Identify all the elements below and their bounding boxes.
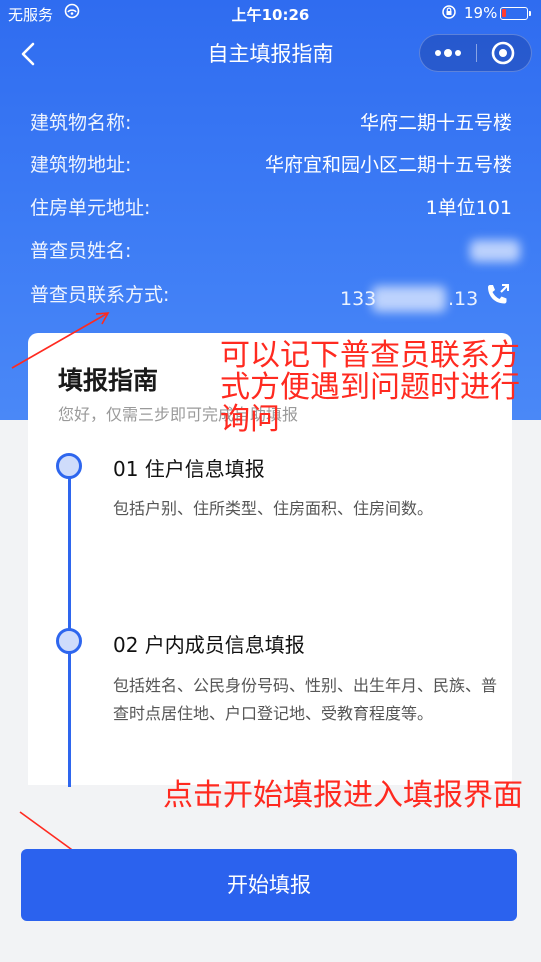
start-filling-button[interactable]: 开始填报 — [21, 849, 517, 921]
contact-arrow — [11, 312, 110, 369]
annotation-arrows — [11, 312, 110, 877]
